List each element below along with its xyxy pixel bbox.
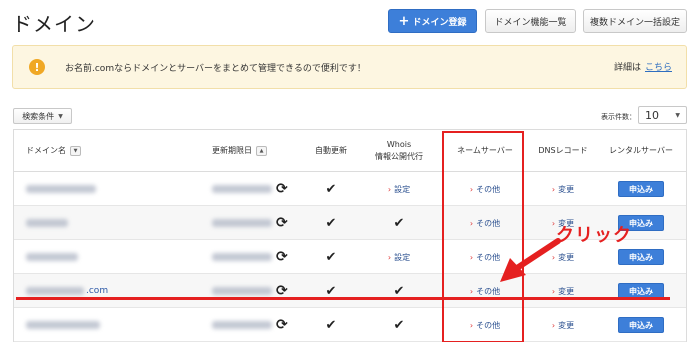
- click-annotation: クリック: [556, 225, 632, 246]
- annotation-arrow-icon: [500, 238, 561, 282]
